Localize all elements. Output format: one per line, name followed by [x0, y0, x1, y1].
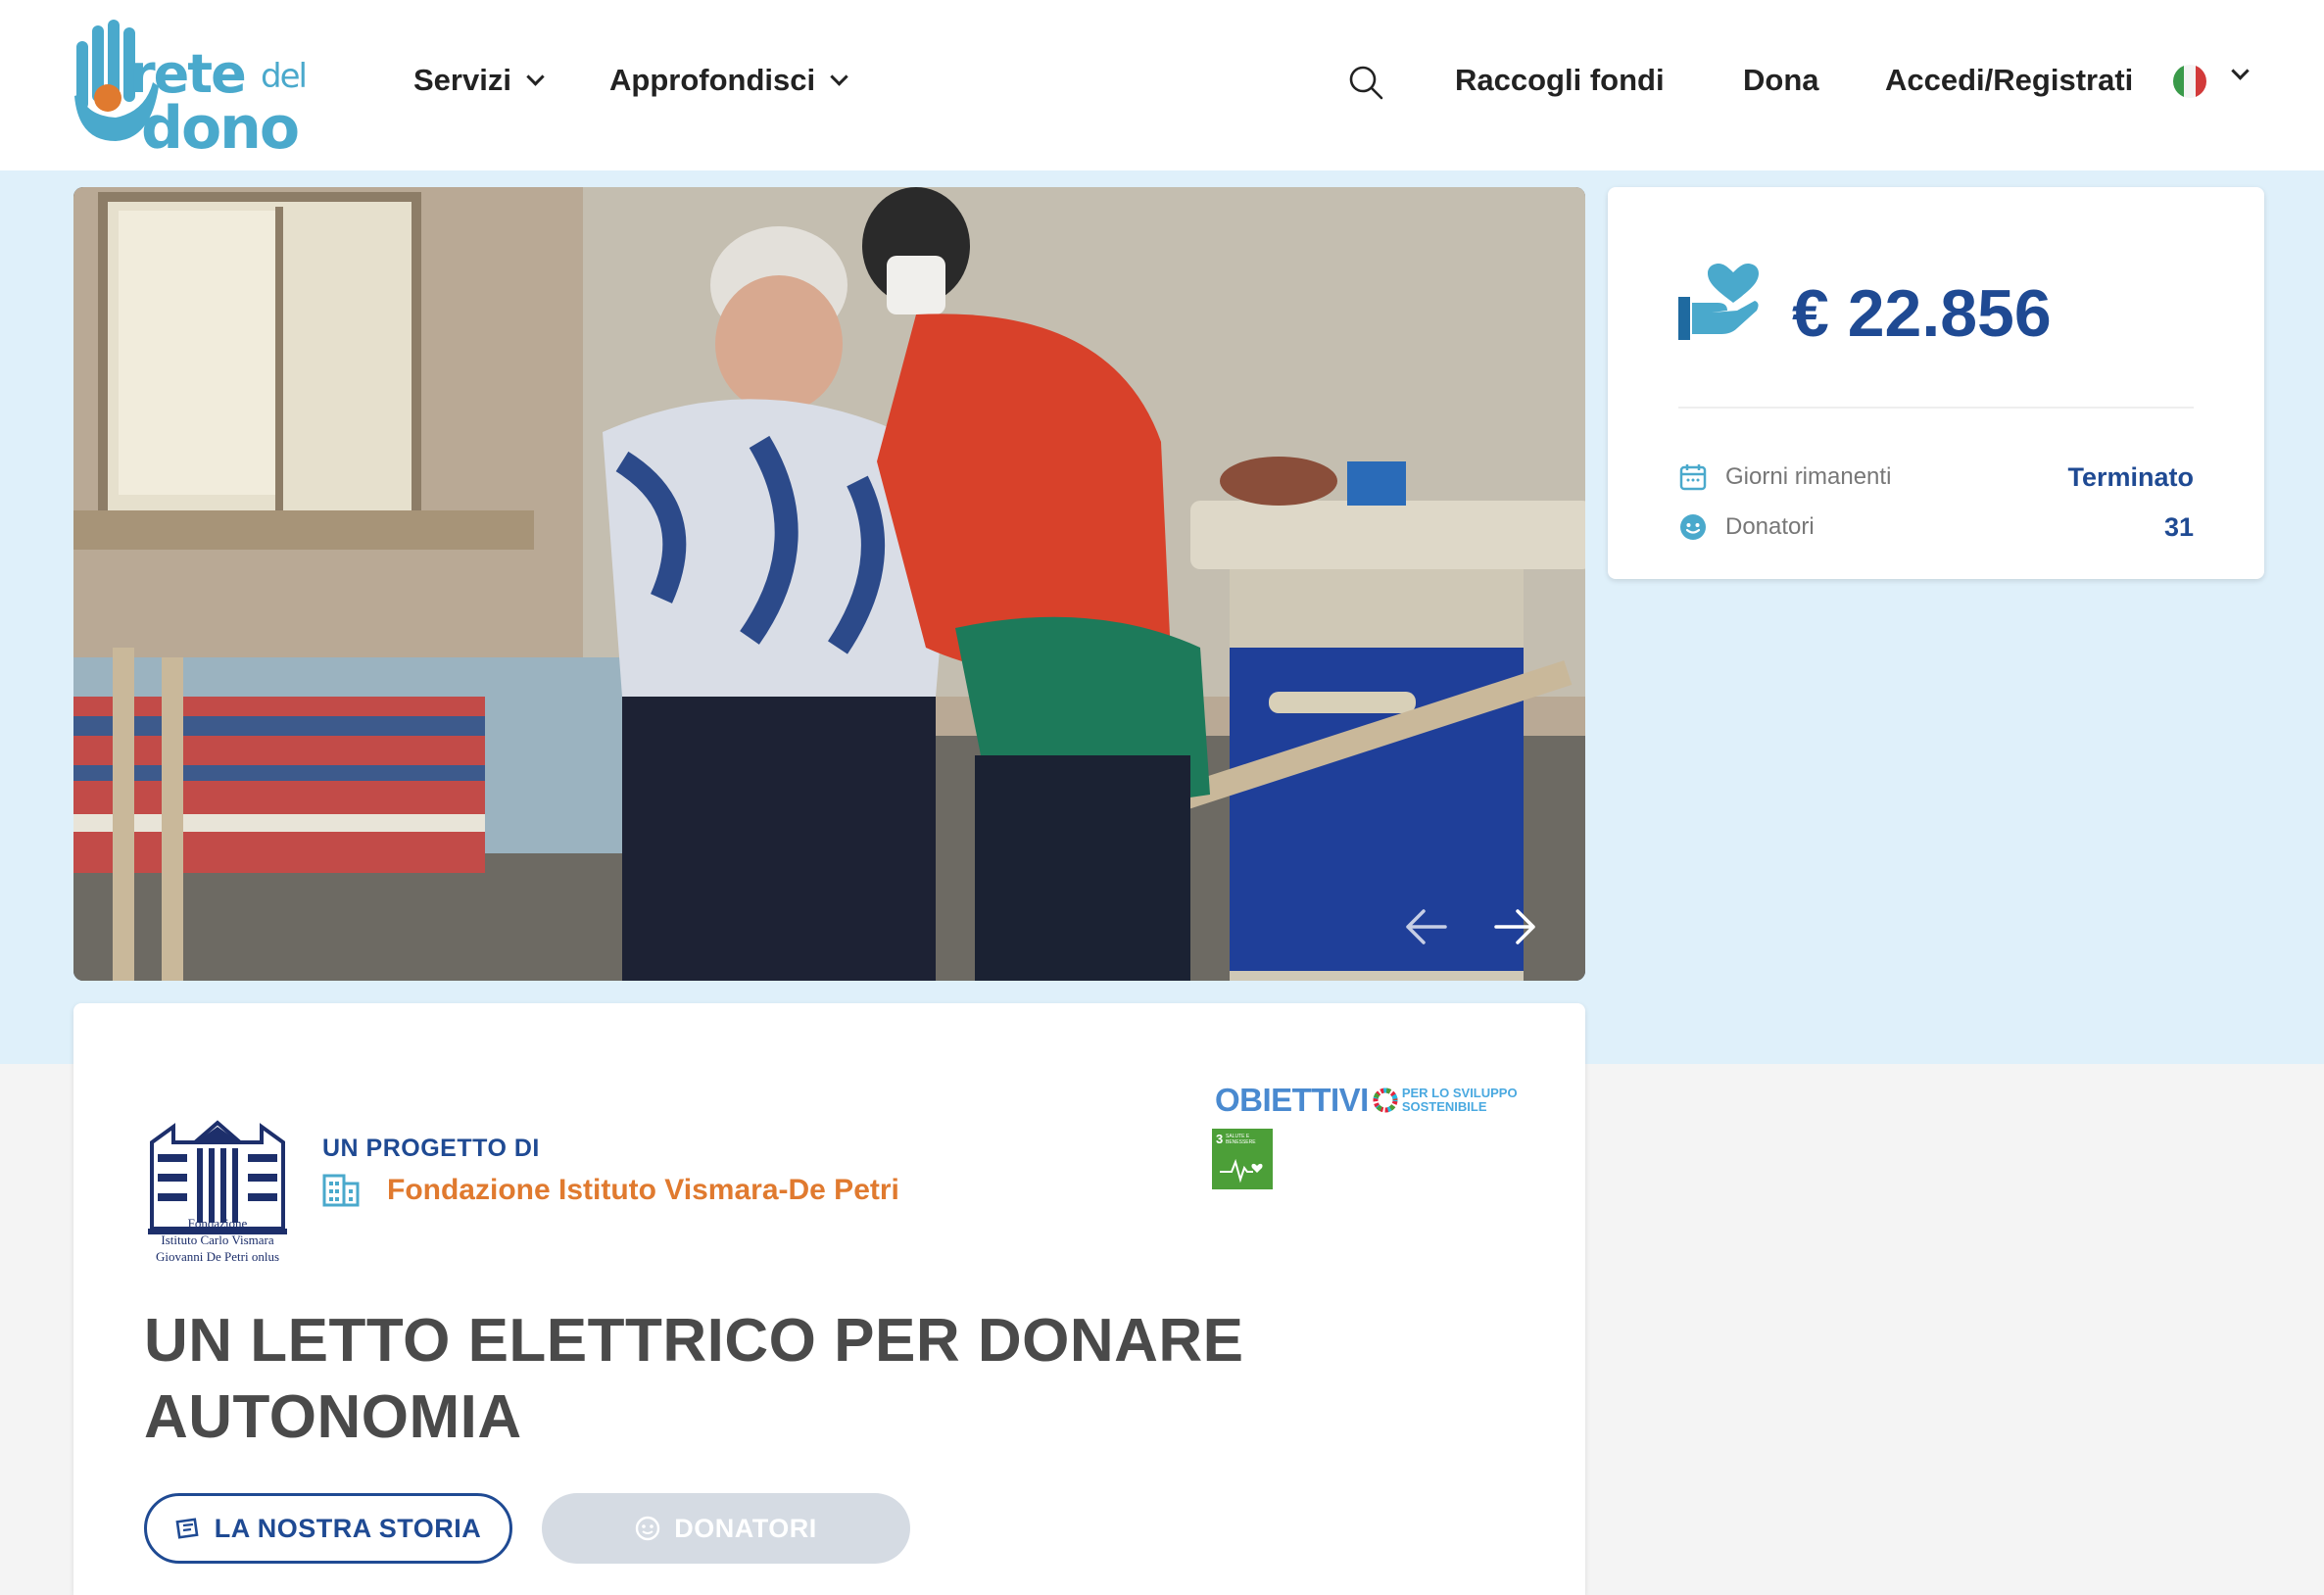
sdg-subtitle-line: SOSTENIBILE	[1401, 1099, 1487, 1114]
sdg-wheel-icon	[1373, 1088, 1398, 1113]
org-logo-caption-line: Giovanni De Petri onlus	[155, 1249, 279, 1264]
project-title: UN LETTO ELETTRICO PER DONARE AUTONOMIA	[144, 1307, 1244, 1451]
sdg-subtitle: PER LO SVILUPPO SOSTENIBILE	[1402, 1087, 1518, 1114]
rete-del-dono-logo[interactable]: rete del dono	[71, 18, 325, 163]
organization-link[interactable]: Fondazione Istituto Vismara-De Petri	[387, 1174, 899, 1207]
carousel-next-arrow-icon[interactable]	[1488, 899, 1543, 954]
sdg-header: OBIETTIVI PER LO SVILUPPO SOSTENIBILE	[1215, 1082, 1518, 1119]
search-icon[interactable]	[1348, 65, 1383, 100]
heartbeat-icon	[1220, 1158, 1263, 1184]
donation-hand-heart-icon	[1678, 264, 1759, 340]
smiley-face-icon	[1680, 514, 1706, 540]
donors-label: Donatori	[1725, 513, 1815, 540]
smiley-face-icon	[636, 1516, 660, 1541]
nav-servizi-label: Servizi	[413, 63, 511, 97]
org-logo-caption-line: Istituto Carlo Vismara	[161, 1232, 274, 1247]
story-book-icon	[175, 1518, 199, 1539]
donors-row: Donatori 31	[1678, 508, 2194, 547]
chevron-down-icon	[526, 67, 545, 86]
site-header: rete del dono Servizi Approfondisci Racc…	[0, 0, 2324, 170]
accedi-registrati-link[interactable]: Accedi/Registrati	[1885, 63, 2133, 98]
stats-divider	[1678, 407, 2194, 409]
org-logo-caption-line: Fondazione	[187, 1216, 248, 1231]
project-byline: UN PROGETTO DI	[322, 1135, 540, 1162]
project-photo-carousel	[73, 187, 1585, 981]
donors-button[interactable]: DONATORI	[542, 1493, 910, 1564]
nav-servizi[interactable]: Servizi	[413, 63, 545, 98]
org-logo-caption: Fondazione Istituto Carlo Vismara Giovan…	[132, 1215, 303, 1265]
sdg-goal-text: SALUTE E BENESSERE	[1226, 1134, 1256, 1145]
days-remaining-label: Giorni rimanenti	[1725, 463, 1892, 490]
donors-button-label: DONATORI	[674, 1513, 817, 1543]
carousel-photo	[73, 187, 1585, 981]
italian-flag-icon[interactable]	[2173, 65, 2206, 98]
language-chevron-down-icon[interactable]	[2231, 62, 2250, 80]
nav-approfondisci-label: Approfondisci	[609, 63, 816, 97]
sdg-goal-number: 3	[1216, 1132, 1224, 1146]
calendar-icon	[1679, 464, 1707, 491]
donors-count: 31	[2163, 511, 2194, 542]
building-icon	[322, 1174, 360, 1207]
nav-approfondisci[interactable]: Approfondisci	[609, 63, 848, 98]
sdg-title-big: OBIETTIVI	[1215, 1082, 1369, 1118]
raised-amount: € 22.856	[1792, 276, 2052, 351]
sdg-subtitle-line: PER LO SVILUPPO	[1401, 1086, 1518, 1100]
project-main-card: Fondazione Istituto Carlo Vismara Giovan…	[73, 1003, 1585, 1595]
fundraising-stats-card: € 22.856 Giorni rimanenti Terminato Dona…	[1608, 187, 2264, 579]
our-story-label: LA NOSTRA STORIA	[214, 1513, 482, 1543]
logo-word-dono: dono	[141, 94, 300, 163]
our-story-button[interactable]: LA NOSTRA STORIA	[144, 1493, 512, 1564]
carousel-prev-arrow-icon[interactable]	[1398, 899, 1453, 954]
chevron-down-icon	[830, 67, 848, 86]
dona-link[interactable]: Dona	[1743, 63, 1819, 98]
days-remaining-value: Terminato	[2067, 461, 2194, 492]
sdg-goal-3-badge[interactable]: 3 SALUTE E BENESSERE	[1212, 1129, 1273, 1189]
raccogli-fondi-link[interactable]: Raccogli fondi	[1455, 63, 1665, 98]
days-remaining-row: Giorni rimanenti Terminato	[1678, 458, 2194, 497]
logo-word-del: del	[261, 57, 308, 96]
